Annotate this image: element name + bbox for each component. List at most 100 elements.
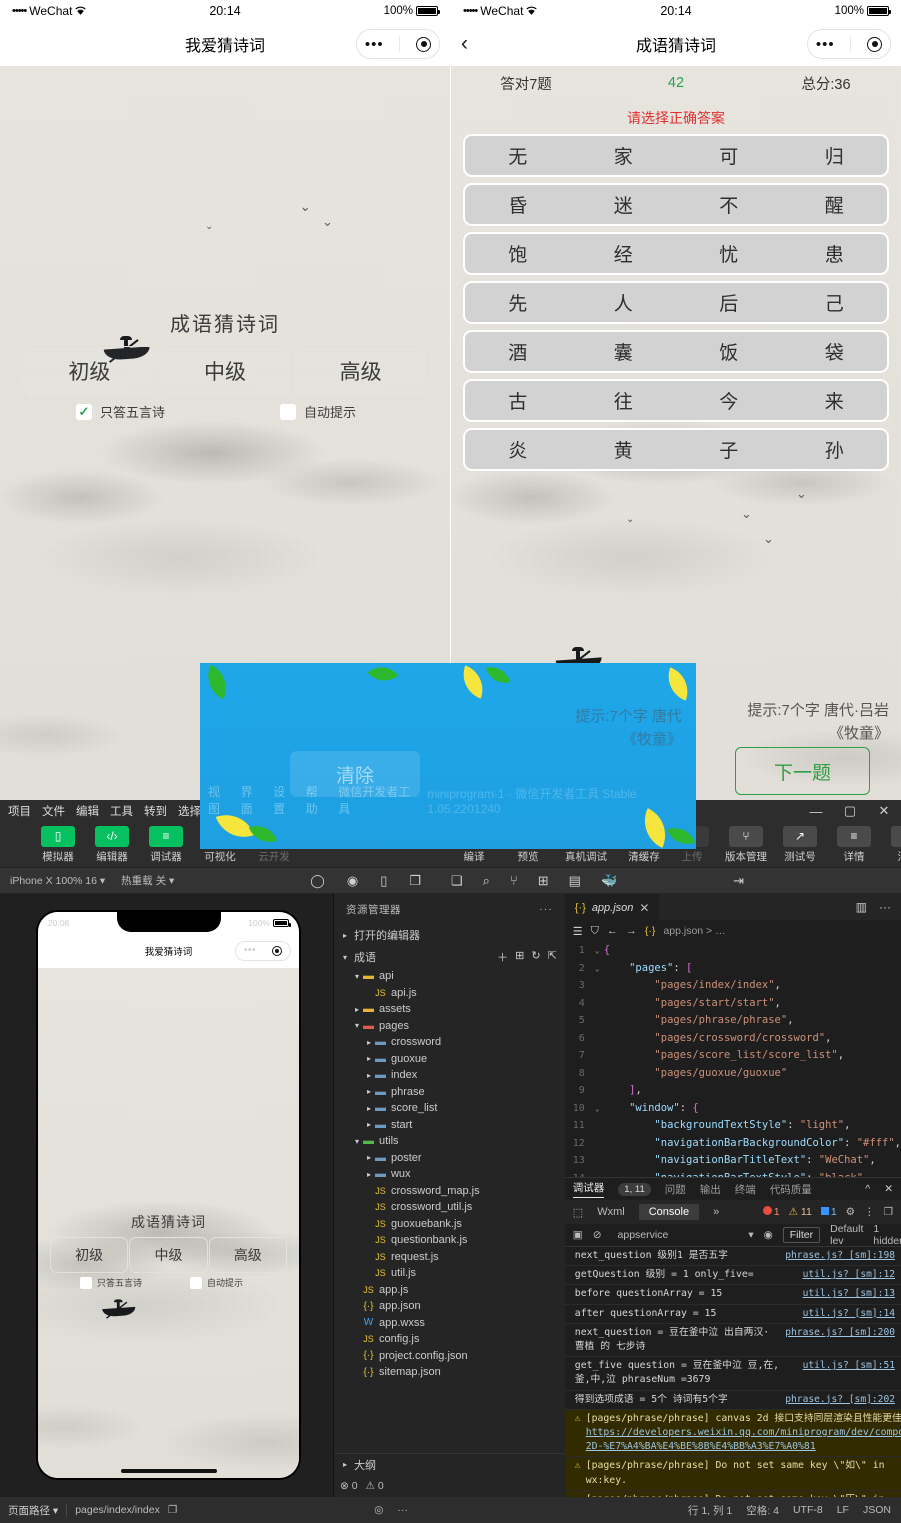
console-log-row[interactable]: after questionArray = 15 util.js? [sm]:14 (564, 1305, 901, 1324)
file-tree-item[interactable]: JS questionbank.js (334, 1232, 565, 1249)
file-tree-item[interactable]: JS api.js (334, 985, 565, 1002)
menu-item-file[interactable]: 文件 (42, 803, 65, 819)
menu-item-goto[interactable]: 转到 (144, 803, 167, 819)
close-target-icon[interactable] (416, 36, 432, 52)
breadcrumb-path[interactable]: app.json > … (663, 925, 725, 937)
file-tree-item[interactable]: JS config.js (334, 1331, 565, 1348)
search-icon[interactable]: ⌕ (483, 873, 490, 889)
page-path-selector[interactable]: 页面路径 ▾ (8, 1503, 58, 1518)
sim-level-button-0[interactable]: 初级 (50, 1237, 129, 1273)
file-tree-item[interactable]: ▸ ▬ score_list (334, 1100, 565, 1117)
level-button-1[interactable]: 中级 (157, 346, 293, 396)
extensions-icon[interactable]: ⊞ (538, 873, 549, 889)
menu-item-edit[interactable]: 编辑 (76, 803, 99, 819)
file-tree-item[interactable]: {·} app.json (334, 1298, 565, 1315)
code-line[interactable]: 4 "pages/start/start", (565, 995, 901, 1013)
answer-option-row[interactable]: 无 家 可 归 (463, 134, 889, 177)
code-line[interactable]: 7 "pages/score_list/score_list", (565, 1047, 901, 1065)
toolbar-button-version-control[interactable]: ⑂ 版本管理 (722, 825, 770, 864)
file-tree-item[interactable]: ▸ ▬ crossword (334, 1034, 565, 1051)
open-editors-section[interactable]: ▸ 打开的编辑器 (334, 924, 565, 946)
cursor-position[interactable]: 行 1, 列 1 (688, 1503, 732, 1518)
language-mode[interactable]: JSON (863, 1504, 891, 1516)
close-panel-icon[interactable]: ✕ (884, 1183, 893, 1195)
log-source-link[interactable]: util.js? [sm]:12 (803, 1268, 895, 1282)
sim-wechat-capsule[interactable]: ••• (235, 941, 291, 961)
file-tree-item[interactable]: JS crossword_util.js (334, 1199, 565, 1216)
sim-checkbox-auto-hint[interactable]: 自动提示 (190, 1276, 243, 1289)
code-line[interactable]: 2 ⌄ "pages": [ (565, 960, 901, 978)
checkbox-icon[interactable] (190, 1276, 202, 1289)
warning-count-badge[interactable]: ⚠ 11 (789, 1206, 812, 1218)
console-log-row[interactable]: next_question 级别1 是否五字 phrase.js? [sm]:19… (564, 1247, 901, 1267)
wechat-capsule-right[interactable]: ••• (807, 29, 891, 59)
collapse-panel-icon[interactable]: ^ (865, 1183, 870, 1195)
split-editor-icon[interactable]: ⇥ (733, 873, 744, 889)
console-log-row[interactable]: get_five question = 豆在釜中泣 豆,在,釜,中,泣 phra… (564, 1357, 901, 1391)
editor-tab-app-json[interactable]: {·} app.json ✕ (564, 894, 660, 920)
log-link[interactable]: https://developers.weixin.qq.com/minipro… (586, 1427, 901, 1452)
phone-icon[interactable]: ▯ (380, 873, 387, 889)
log-source-link[interactable]: phrase.js? [sm]:200 (785, 1326, 895, 1340)
code-line[interactable]: 9 ], (565, 1082, 901, 1100)
wechat-capsule-left[interactable]: ••• (356, 29, 440, 59)
eye-icon[interactable]: ◎ (374, 1504, 383, 1516)
devtools-more-tabs[interactable]: » (713, 1206, 719, 1218)
code-line[interactable]: 5 "pages/phrase/phrase", (565, 1012, 901, 1030)
project-root-section[interactable]: ▾ 成语 ＋ ⊞ ↻ ⇱ (334, 946, 565, 968)
sim-level-button-1[interactable]: 中级 (129, 1237, 208, 1273)
maximize-button[interactable]: ▢ (833, 800, 867, 822)
split-editor-icon[interactable]: ▥ (856, 900, 867, 914)
new-folder-icon[interactable]: ⊞ (515, 949, 524, 965)
file-tree-item[interactable]: JS util.js (334, 1265, 565, 1282)
file-tree-item[interactable]: Wapp.wxss (334, 1315, 565, 1332)
refresh-icon[interactable]: ◯ (310, 873, 325, 889)
simulator-device[interactable]: 20:08 100% 我爱猜诗词 ••• 成语猜诗词 初级 中级 高级 只答五言… (36, 910, 301, 1480)
answer-option-row[interactable]: 饱 经 忧 患 (463, 232, 889, 275)
file-tree-item[interactable]: JS request.js (334, 1249, 565, 1266)
record-icon[interactable]: ◉ (347, 873, 358, 889)
code-line[interactable]: 8 "pages/guoxue/guoxue" (565, 1065, 901, 1083)
debugger-tab-terminal[interactable]: 终端 (735, 1182, 756, 1197)
console-log-row[interactable]: 得到选项成语 = 5个 诗词有5个字 phrase.js? [sm]:202 (564, 1391, 901, 1410)
file-tree[interactable]: ▾ ▬ api JS api.js ▸ ▬ assets ▾ ▬ pages ▸ ▬ crossword ▸… (334, 968, 565, 1381)
more-icon[interactable]: ··· (539, 903, 553, 915)
bookmark-icon[interactable]: ⛉ (591, 925, 599, 938)
toolbar-button-test-account[interactable]: ↗ 测试号 (776, 825, 824, 864)
console-warning-row[interactable]: ⚠ [pages/phrase/phrase] canvas 2d 接口支持同层渲… (564, 1409, 901, 1458)
toolbar-button-debugger[interactable]: ≡ 调试器 (142, 825, 190, 864)
console-context-selector[interactable]: appservice (618, 1229, 669, 1241)
refresh-icon[interactable]: ↻ (531, 949, 540, 965)
close-target-icon[interactable] (271, 946, 282, 956)
menu-item-project[interactable]: 项目 (8, 803, 31, 819)
chevron-down-icon[interactable]: ▾ (748, 1229, 753, 1241)
close-button[interactable]: ✕ (867, 800, 901, 822)
code-line[interactable]: 6 "pages/crossword/crossword", (565, 1030, 901, 1048)
file-tree-item[interactable]: ▸ ▬ assets (334, 1001, 565, 1018)
file-tree-item[interactable]: {·} sitemap.json (334, 1364, 565, 1381)
forward-arrow-icon[interactable]: → (626, 925, 637, 937)
close-target-icon[interactable] (867, 36, 883, 52)
console-filter-input[interactable]: Filter (782, 1227, 821, 1243)
simulator-screen[interactable]: 20:08 100% 我爱猜诗词 ••• 成语猜诗词 初级 中级 高级 只答五言… (38, 912, 299, 1478)
minimize-button[interactable]: — (799, 800, 833, 822)
more-icon[interactable]: ⋮ (864, 1206, 875, 1218)
log-source-link[interactable]: util.js? [sm]:13 (803, 1287, 895, 1301)
checkbox-icon-checked[interactable]: ✓ (76, 403, 92, 420)
devtools-tab-console[interactable]: Console (638, 1204, 700, 1220)
more-icon[interactable]: ••• (365, 37, 384, 52)
answer-option-row[interactable]: 先 人 后 己 (463, 281, 889, 324)
collapse-icon[interactable]: ⇱ (548, 949, 557, 965)
file-tree-item[interactable]: ▸ ▬ poster (334, 1150, 565, 1167)
eol-setting[interactable]: LF (837, 1504, 849, 1516)
code-line[interactable]: 12 "navigationBarBackgroundColor": "#fff… (565, 1135, 901, 1153)
answer-option-row[interactable]: 酒 囊 饭 袋 (463, 330, 889, 373)
toolbar-button-details[interactable]: ≡ 详情 (830, 825, 878, 864)
file-tree-item[interactable]: JS guoxuebank.js (334, 1216, 565, 1233)
checkbox-auto-hint[interactable]: 自动提示 (280, 402, 356, 421)
checkbox-icon[interactable] (80, 1276, 92, 1289)
sim-checkbox-only-five[interactable]: 只答五言诗 (80, 1276, 142, 1289)
encoding-setting[interactable]: UTF-8 (793, 1504, 823, 1516)
docker-icon[interactable]: 🐳 (601, 873, 617, 889)
toolbar-button-simulator[interactable]: ▯ 模拟器 (34, 825, 82, 864)
